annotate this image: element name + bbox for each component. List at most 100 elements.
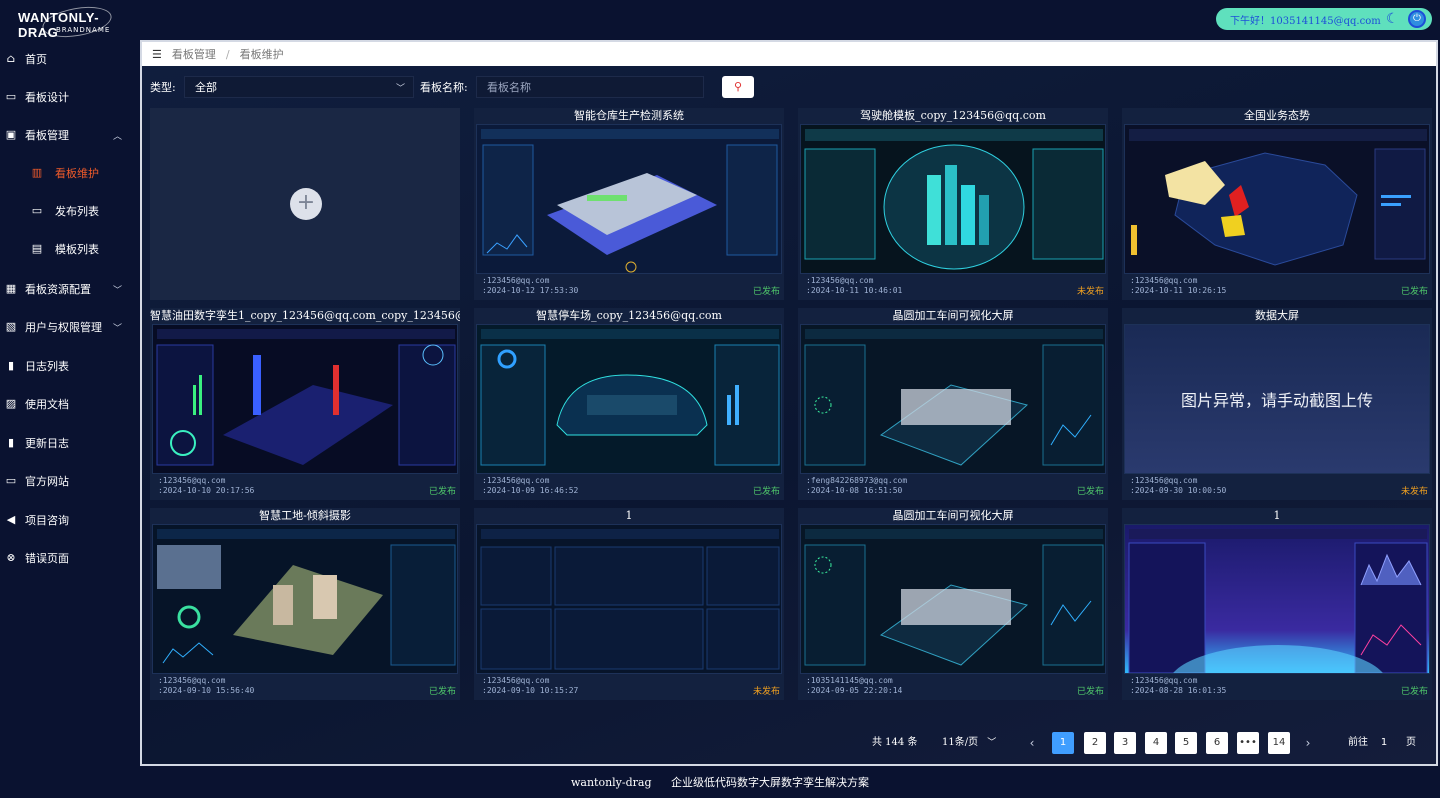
chevron-right-icon[interactable]: › <box>1298 732 1318 754</box>
dashboard-thumbnail[interactable] <box>476 124 782 274</box>
card-time: :2024-09-05 22:20:14 <box>806 686 903 695</box>
card-info: :123456@qq.com :2024-10-09 16:46:52 <box>482 476 578 496</box>
add-dashboard-card[interactable]: + <box>150 108 460 300</box>
page-button[interactable]: 6 <box>1206 732 1228 754</box>
page-button[interactable]: 3 <box>1114 732 1136 754</box>
dashboard-card[interactable]: 智慧停车场_copy_123456@qq.com :123456@qq.com … <box>474 308 784 500</box>
card-time: :2024-10-11 10:26:15 <box>1130 286 1227 295</box>
card-user: :123456@qq.com <box>482 276 550 285</box>
card-title: 1 <box>625 509 633 522</box>
page-button[interactable]: 4 <box>1145 732 1167 754</box>
dashboard-icon: ▣ <box>5 128 17 141</box>
name-search-input[interactable]: 看板名称 <box>476 76 704 98</box>
dashboard-card[interactable]: 智慧工地-倾斜摄影 :123456@qq.com :2024-09-10 15:… <box>150 508 460 700</box>
card-user: :123456@qq.com <box>158 676 226 685</box>
card-title: 智慧停车场_copy_123456@qq.com <box>536 309 722 322</box>
moon-icon[interactable]: ☾ <box>1386 11 1402 27</box>
status-badge: 已发布 <box>752 287 780 297</box>
dashboard-thumbnail[interactable] <box>152 324 458 474</box>
card-user: :123456@qq.com <box>1130 276 1198 285</box>
greeting-text: 下午好！1035141145@qq.com <box>1230 15 1381 27</box>
card-title: 智慧工地-倾斜摄影 <box>259 509 351 522</box>
breadcrumb: ☰ 看板管理 / 看板维护 <box>142 42 1436 66</box>
logo-text: WANTONLY-DRAG <box>18 10 100 40</box>
dashboard-card[interactable]: 智慧油田数字孪生1_copy_123456@qq.com_copy_123456… <box>150 308 460 500</box>
card-info: :123456@qq.com :2024-09-30 10:00:50 <box>1130 476 1226 496</box>
breadcrumb-level1[interactable]: 看板管理 <box>172 46 216 62</box>
card-user: :1035141145@qq.com <box>806 676 893 685</box>
goto-page-input[interactable]: 1 <box>1372 732 1396 754</box>
monitor-icon: ▭ <box>5 90 17 103</box>
type-select[interactable]: 全部 ﹀ <box>184 76 414 98</box>
card-time: :2024-10-12 17:53:30 <box>482 286 579 295</box>
power-icon[interactable]: ⏻ <box>1408 10 1426 28</box>
sidebar-item-user-permission[interactable]: ▧ 用户与权限管理 ﹀ <box>0 308 138 346</box>
card-title: 晶圆加工车间可视化大屏 <box>892 509 1014 522</box>
chevron-up-icon: ︿ <box>112 131 122 142</box>
page-ellipsis-button[interactable]: ••• <box>1237 732 1259 754</box>
sidebar-item-label: 错误页面 <box>25 552 69 565</box>
card-user: :123456@qq.com <box>1130 476 1198 485</box>
user-greeting[interactable]: 下午好！1035141145@qq.com ☾ ⏻ <box>1216 8 1432 30</box>
sidebar-item-log-list[interactable]: ▮ 日志列表 <box>0 347 138 385</box>
dashboard-card[interactable]: 智能仓库生产检测系统 :123456@qq.com :2024-10-12 17… <box>474 108 784 300</box>
sidebar-item-dashboard-maintenance[interactable]: ▥ 看板维护 <box>0 154 138 192</box>
sidebar-item-label: 使用文档 <box>25 398 69 411</box>
sidebar-item-changelog[interactable]: ▮ 更新日志 <box>0 424 138 462</box>
page-button[interactable]: 14 <box>1268 732 1290 754</box>
card-info: :1035141145@qq.com :2024-09-05 22:20:14 <box>806 676 902 696</box>
sidebar-item-dashboard-management[interactable]: ▣ 看板管理 ︿ <box>0 116 138 154</box>
dashboard-thumbnail[interactable] <box>476 524 782 674</box>
card-info: :123456@qq.com :2024-09-10 15:56:40 <box>158 676 254 696</box>
dashboard-thumbnail[interactable] <box>800 524 1106 674</box>
card-info: :123456@qq.com :2024-10-12 17:53:30 <box>482 276 578 296</box>
card-info: :123456@qq.com :2024-10-11 10:46:01 <box>806 276 902 296</box>
card-time: :2024-10-09 16:46:52 <box>482 486 579 495</box>
dashboard-card[interactable]: 1 :123456@qq.com :2024-09-10 10:15:27 未发… <box>474 508 784 700</box>
sidebar-item-docs[interactable]: ▨ 使用文档 <box>0 385 138 423</box>
dashboard-card[interactable]: 1 :123456@qq.com:2024-08-28 16:01:35 已发… <box>1122 508 1432 700</box>
sidebar-item-home[interactable]: ⌂ 首页 <box>0 40 138 78</box>
card-info: :feng842268973@qq.com :2024-10-08 16:51:… <box>806 476 907 496</box>
dashboard-thumbnail[interactable] <box>476 324 782 474</box>
menu-icon[interactable]: ☰ <box>152 48 162 61</box>
sidebar-item-official-site[interactable]: ▭ 官方网站 <box>0 462 138 500</box>
card-user: :123456@qq.com <box>806 276 874 285</box>
image-error-text: 图片异常，请手动截图上传 <box>1125 325 1429 473</box>
plus-icon[interactable]: + <box>290 188 322 220</box>
main-panel: ☰ 看板管理 / 看板维护 类型: 全部 ﹀ 看板名称: 看板名称 ⚲ + 智能… <box>140 40 1438 766</box>
chevron-down-icon: ﹀ <box>112 323 122 334</box>
page-size-select[interactable]: 11条/页 ﹀ <box>936 732 1010 754</box>
status-badge: 已发布 <box>1400 287 1428 297</box>
page-button[interactable]: 5 <box>1175 732 1197 754</box>
dashboard-card[interactable]: 数据大屏 图片异常，请手动截图上传 :123456@qq.com :2024-0… <box>1122 308 1432 500</box>
sidebar-item-consulting[interactable]: ◀ 项目咨询 <box>0 501 138 539</box>
dashboard-thumbnail[interactable] <box>800 124 1106 274</box>
sidebar-item-resource-config[interactable]: ▦ 看板资源配置 ﹀ <box>0 270 138 308</box>
card-time: :2024-08-28 16:01:35 <box>1130 686 1227 695</box>
chevron-left-icon[interactable]: ‹ <box>1022 732 1042 754</box>
dashboard-thumbnail[interactable] <box>800 324 1106 474</box>
card-time: :2024-09-10 15:56:40 <box>158 686 255 695</box>
dashboard-card[interactable]: 晶圆加工车间可视化大屏 :1035141145@qq.com :2024-09-… <box>798 508 1108 700</box>
page-button[interactable]: 2 <box>1084 732 1106 754</box>
dashboard-thumbnail[interactable] <box>152 524 458 674</box>
dashboard-thumbnail[interactable] <box>1124 124 1430 274</box>
type-select-value: 全部 <box>195 81 217 94</box>
search-button[interactable]: ⚲ <box>722 76 754 98</box>
dashboard-card[interactable]: 晶圆加工车间可视化大屏 :feng842268973@qq.com :2024-… <box>798 308 1108 500</box>
sidebar-item-error-page[interactable]: ⊗ 错误页面 <box>0 539 138 577</box>
dashboard-thumbnail[interactable] <box>1124 524 1430 674</box>
card-user: :123456@qq.com <box>482 476 550 485</box>
sidebar-item-dashboard-design[interactable]: ▭ 看板设计 <box>0 78 138 116</box>
sidebar-item-template-list[interactable]: ▤ 模板列表 <box>0 230 138 268</box>
page-button[interactable]: 1 <box>1052 732 1074 754</box>
dashboard-card[interactable]: 驾驶舱模板_copy_123456@qq.com :123456@qq.com … <box>798 108 1108 300</box>
dashboard-card[interactable]: 全国业务态势 :123456@qq.com :2024-10-11 10:26:… <box>1122 108 1432 300</box>
chevron-down-icon: ﹀ <box>987 738 997 748</box>
pagination-total: 共 144 条 <box>872 737 918 748</box>
dashboard-thumbnail[interactable]: 图片异常，请手动截图上传 <box>1124 324 1430 474</box>
sidebar-item-publish-list[interactable]: ▭ 发布列表 <box>0 192 138 230</box>
template-icon: ▤ <box>31 242 43 255</box>
card-time: :2024-09-30 10:00:50 <box>1130 486 1227 495</box>
